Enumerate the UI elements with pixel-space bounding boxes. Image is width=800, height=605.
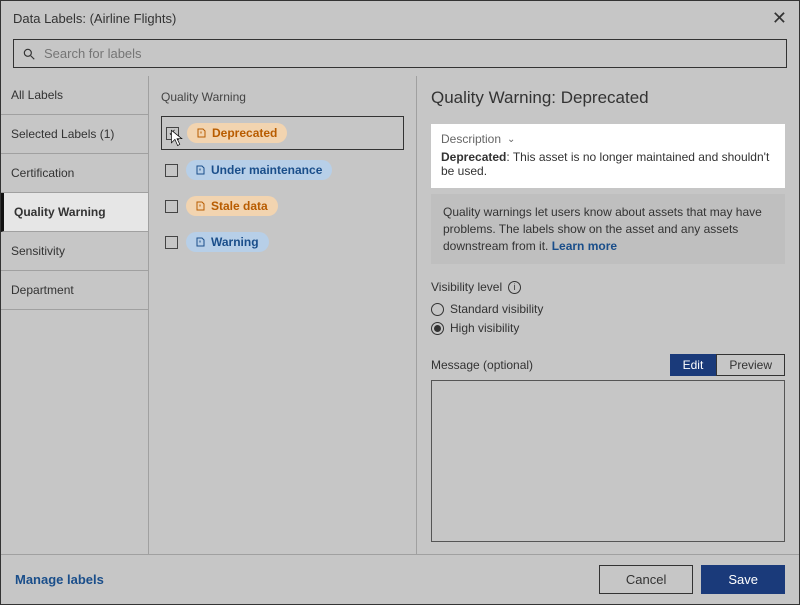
sidebar-item-all-labels[interactable]: All Labels xyxy=(1,76,148,115)
warning-icon xyxy=(194,236,206,248)
description-text: Deprecated: This asset is no longer main… xyxy=(441,150,775,178)
info-box: Quality warnings let users know about as… xyxy=(431,194,785,264)
message-textarea[interactable] xyxy=(431,380,785,542)
label-text: Stale data xyxy=(211,199,268,213)
sidebar-item-quality-warning[interactable]: Quality Warning xyxy=(1,193,148,232)
learn-more-link[interactable]: Learn more xyxy=(552,239,617,253)
manage-labels-link[interactable]: Manage labels xyxy=(15,572,104,587)
label-list-panel: Quality Warning Deprecated Under mainten… xyxy=(149,76,417,554)
cancel-button[interactable]: Cancel xyxy=(599,565,693,594)
dialog-title: Data Labels: (Airline Flights) xyxy=(13,11,176,26)
search-box[interactable] xyxy=(13,39,787,68)
checkbox-deprecated[interactable] xyxy=(166,127,179,140)
checkbox-under-maintenance[interactable] xyxy=(165,164,178,177)
visibility-label: Visibility level xyxy=(431,280,502,294)
description-toggle[interactable]: Description ⌄ xyxy=(441,132,775,146)
sidebar-item-selected-labels[interactable]: Selected Labels (1) xyxy=(1,115,148,154)
radio-label: High visibility xyxy=(450,321,519,335)
checkbox-warning[interactable] xyxy=(165,236,178,249)
radio-high-visibility[interactable]: High visibility xyxy=(431,321,785,335)
radio-icon xyxy=(431,322,444,335)
warning-icon xyxy=(195,127,207,139)
details-heading: Quality Warning: Deprecated xyxy=(431,88,785,108)
sidebar-item-certification[interactable]: Certification xyxy=(1,154,148,193)
label-list-title: Quality Warning xyxy=(161,90,404,104)
label-pill-warning: Warning xyxy=(186,232,269,252)
label-pill-under-maintenance: Under maintenance xyxy=(186,160,332,180)
tab-preview[interactable]: Preview xyxy=(716,354,785,376)
save-button[interactable]: Save xyxy=(701,565,785,594)
search-icon xyxy=(22,47,36,61)
description-box: Description ⌄ Deprecated: This asset is … xyxy=(431,124,785,188)
details-panel: Quality Warning: Deprecated Description … xyxy=(417,76,799,554)
warning-icon xyxy=(194,200,206,212)
close-icon[interactable]: ✕ xyxy=(772,9,787,27)
label-row-deprecated[interactable]: Deprecated xyxy=(161,116,404,150)
sidebar: All Labels Selected Labels (1) Certifica… xyxy=(1,76,149,554)
label-pill-deprecated: Deprecated xyxy=(187,123,287,143)
label-row-under-maintenance[interactable]: Under maintenance xyxy=(161,154,404,186)
sidebar-item-sensitivity[interactable]: Sensitivity xyxy=(1,232,148,271)
radio-icon xyxy=(431,303,444,316)
description-bold: Deprecated xyxy=(441,150,506,164)
label-text: Warning xyxy=(211,235,259,249)
label-row-stale-data[interactable]: Stale data xyxy=(161,190,404,222)
label-pill-stale-data: Stale data xyxy=(186,196,278,216)
radio-label: Standard visibility xyxy=(450,302,543,316)
sidebar-item-department[interactable]: Department xyxy=(1,271,148,310)
radio-standard-visibility[interactable]: Standard visibility xyxy=(431,302,785,316)
label-text: Under maintenance xyxy=(211,163,322,177)
info-icon[interactable]: i xyxy=(508,281,521,294)
checkbox-stale-data[interactable] xyxy=(165,200,178,213)
message-label: Message (optional) xyxy=(431,358,533,372)
tab-edit[interactable]: Edit xyxy=(670,354,717,376)
search-input[interactable] xyxy=(44,46,778,61)
label-text: Deprecated xyxy=(212,126,277,140)
warning-icon xyxy=(194,164,206,176)
label-row-warning[interactable]: Warning xyxy=(161,226,404,258)
description-label: Description xyxy=(441,132,501,146)
chevron-down-icon: ⌄ xyxy=(507,134,515,145)
